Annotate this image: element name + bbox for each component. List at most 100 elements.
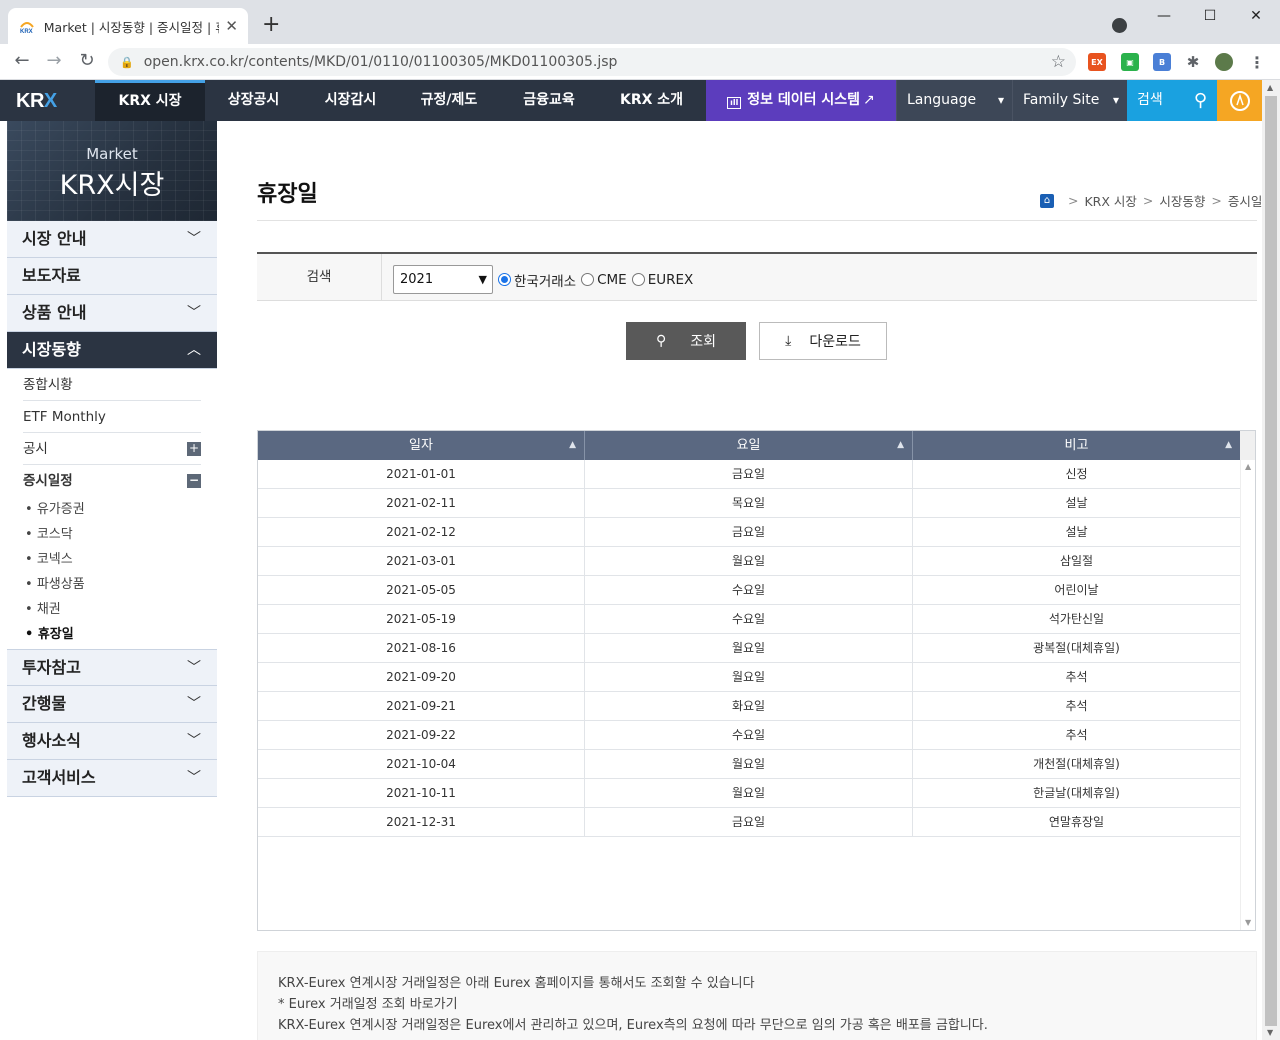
page-scrollbar[interactable]: ▲ ▼: [1262, 80, 1280, 1040]
sidebar-sub-market-calendar[interactable]: 증시일정 −: [23, 465, 201, 497]
address-bar[interactable]: 🔒 open.krx.co.kr/contents/MKD/01/0110/01…: [108, 48, 1076, 76]
sort-icon: ▲: [1225, 440, 1232, 450]
nav-krx-market[interactable]: KRX 시장: [95, 80, 205, 121]
breadcrumb-separator: >: [1211, 193, 1222, 208]
krx-logo[interactable]: KRX: [16, 90, 57, 113]
extensions-puzzle-icon[interactable]: ✱: [1184, 53, 1202, 71]
maximize-icon[interactable]: ☐: [1200, 8, 1220, 24]
extension-green-icon[interactable]: ▣: [1121, 53, 1139, 71]
profile-avatar[interactable]: [1215, 53, 1233, 71]
table-row[interactable]: 2021-09-22 수요일 추석: [258, 721, 1240, 750]
new-tab-icon[interactable]: +: [262, 14, 280, 36]
sidebar-item-market-trends[interactable]: 시장동향 ︿: [7, 332, 217, 369]
scroll-down-icon[interactable]: ▼: [1267, 1028, 1273, 1037]
nav-listing-disclosure[interactable]: 상장공시: [205, 80, 302, 121]
external-link-icon: ↗: [863, 92, 875, 108]
expand-plus-icon[interactable]: +: [187, 442, 201, 456]
scrollbar-thumb[interactable]: [1265, 96, 1277, 1026]
sidebar-leaf-kospi[interactable]: • 유가증권: [23, 497, 201, 522]
nav-market-surveillance[interactable]: 시장감시: [302, 80, 399, 121]
radio-button[interactable]: [631, 273, 645, 286]
data-system-link[interactable]: ıll 정보 데이터 시스템 ↗: [706, 80, 896, 121]
column-header-note[interactable]: 비고 ▲: [913, 431, 1240, 460]
sidebar-item-publications[interactable]: 간행물 ﹀: [7, 686, 217, 723]
family-site-select[interactable]: Family Site ▾: [1012, 80, 1127, 121]
radio-button-selected[interactable]: [498, 273, 511, 286]
table-row[interactable]: 2021-01-01 금요일 신정: [258, 460, 1240, 489]
sidebar-sub-disclosure[interactable]: 공시 +: [23, 433, 201, 465]
nav-rules[interactable]: 규정/제도: [399, 80, 499, 121]
minimize-icon[interactable]: —: [1154, 8, 1174, 24]
table-row[interactable]: 2021-05-19 수요일 석가탄신일: [258, 605, 1240, 634]
tab-close-icon[interactable]: ✕: [225, 17, 238, 35]
table-row[interactable]: 2021-05-05 수요일 어린이날: [258, 576, 1240, 605]
sidebar-leaf-label: 코넥스: [36, 552, 73, 567]
sidebar-leaf-kosdaq[interactable]: • 코스닥: [23, 522, 201, 547]
breadcrumb-item[interactable]: KRX 시장: [1084, 191, 1136, 210]
reload-icon[interactable]: ↻: [75, 50, 99, 71]
sidebar-item-market-guide[interactable]: 시장 안내 ﹀: [7, 221, 217, 258]
table-row[interactable]: 2021-09-20 월요일 추석: [258, 663, 1240, 692]
table-row[interactable]: 2021-03-01 월요일 삼일절: [258, 547, 1240, 576]
cell-weekday: 금요일: [585, 518, 913, 546]
sidebar-item-label: 시장동향: [22, 340, 81, 359]
scroll-up-icon[interactable]: ▲: [1267, 83, 1273, 92]
chevron-down-icon: ▼: [478, 273, 487, 286]
radio-cme[interactable]: CME: [581, 272, 627, 288]
radio-button[interactable]: [581, 273, 595, 286]
browser-tab[interactable]: KRX Market | 시장동향 | 증시일정 | 휴 ✕: [8, 8, 248, 44]
cell-date: 2021-05-19: [258, 605, 585, 633]
table-scrollbar[interactable]: ▲ ▼: [1240, 460, 1255, 930]
collapse-minus-icon[interactable]: −: [187, 474, 201, 488]
cell-weekday: 목요일: [585, 489, 913, 517]
sidebar-leaf-bonds[interactable]: • 채권: [23, 597, 201, 622]
breadcrumb-item[interactable]: 시장동향: [1159, 191, 1205, 210]
scroll-up-icon[interactable]: ▲: [1245, 462, 1251, 471]
forward-icon[interactable]: →: [42, 50, 66, 71]
table-row[interactable]: 2021-02-11 목요일 설날: [258, 489, 1240, 518]
bookmark-star-icon[interactable]: ☆: [1051, 52, 1066, 72]
sidebar-item-product-guide[interactable]: 상품 안내 ﹀: [7, 295, 217, 332]
sitemap-button[interactable]: [1217, 80, 1262, 121]
sidebar-leaf-holidays[interactable]: • 휴장일: [23, 622, 201, 649]
table-row[interactable]: 2021-08-16 월요일 광복절(대체휴일): [258, 634, 1240, 663]
back-icon[interactable]: ←: [10, 50, 34, 71]
download-button[interactable]: ⤓ 다운로드: [759, 322, 887, 360]
scroll-down-icon[interactable]: ▼: [1245, 918, 1251, 927]
nav-about-krx[interactable]: KRX 소개: [599, 80, 704, 121]
sidebar-sub-market-summary[interactable]: 종합시황: [23, 369, 201, 401]
language-select[interactable]: Language ▾: [896, 80, 1012, 121]
nav-financial-education[interactable]: 금융교육: [499, 80, 599, 121]
sidebar-item-events[interactable]: 행사소식 ﹀: [7, 723, 217, 760]
download-icon: ⤓: [785, 333, 792, 349]
column-header-date[interactable]: 일자 ▲: [258, 431, 585, 460]
browser-menu-icon[interactable]: ⋮: [1248, 53, 1266, 72]
table-row[interactable]: 2021-12-31 금요일 연말휴장일: [258, 808, 1240, 837]
table-row[interactable]: 2021-09-21 화요일 추석: [258, 692, 1240, 721]
home-icon[interactable]: ⌂: [1040, 193, 1054, 208]
banner-subtitle: Market: [86, 145, 138, 163]
search-button[interactable]: ⚲ 조회: [626, 322, 746, 360]
table-row[interactable]: 2021-10-11 월요일 한글날(대체휴일): [258, 779, 1240, 808]
sidebar-sub-etf-monthly[interactable]: ETF Monthly: [23, 401, 201, 433]
sidebar-leaf-derivatives[interactable]: • 파생상품: [23, 572, 201, 597]
chevron-down-icon: ▾: [997, 93, 1004, 107]
sidebar-item-press[interactable]: 보도자료: [7, 258, 217, 295]
extension-ex-icon[interactable]: EX: [1088, 53, 1106, 71]
window-close-icon[interactable]: ✕: [1246, 8, 1266, 24]
banner-title: KRX시장: [59, 170, 165, 201]
sidebar-item-customer-service[interactable]: 고객서비스 ﹀: [7, 760, 217, 797]
table-row[interactable]: 2021-02-12 금요일 설날: [258, 518, 1240, 547]
sidebar-leaf-konex[interactable]: • 코넥스: [23, 547, 201, 572]
year-select[interactable]: 2021 ▼: [393, 265, 493, 294]
table-row[interactable]: 2021-10-04 월요일 개천절(대체휴일): [258, 750, 1240, 779]
media-control-icon[interactable]: [1112, 18, 1127, 33]
sidebar-item-investment-reference[interactable]: 투자참고 ﹀: [7, 649, 217, 686]
column-header-weekday[interactable]: 요일 ▲: [585, 431, 913, 460]
eurex-schedule-link[interactable]: * Eurex 거래일정 조회 바로가기: [278, 994, 1236, 1015]
radio-eurex[interactable]: EUREX: [631, 272, 693, 288]
extension-translate-icon[interactable]: B: [1153, 53, 1171, 71]
radio-krx[interactable]: 한국거래소: [498, 270, 576, 290]
header-search-button[interactable]: 검색 ⚲: [1127, 80, 1217, 121]
holiday-table: 일자 ▲ 요일 ▲ 비고 ▲ 2021-01-01 금요일 신정 2021-02-11 목요일…: [257, 430, 1256, 931]
